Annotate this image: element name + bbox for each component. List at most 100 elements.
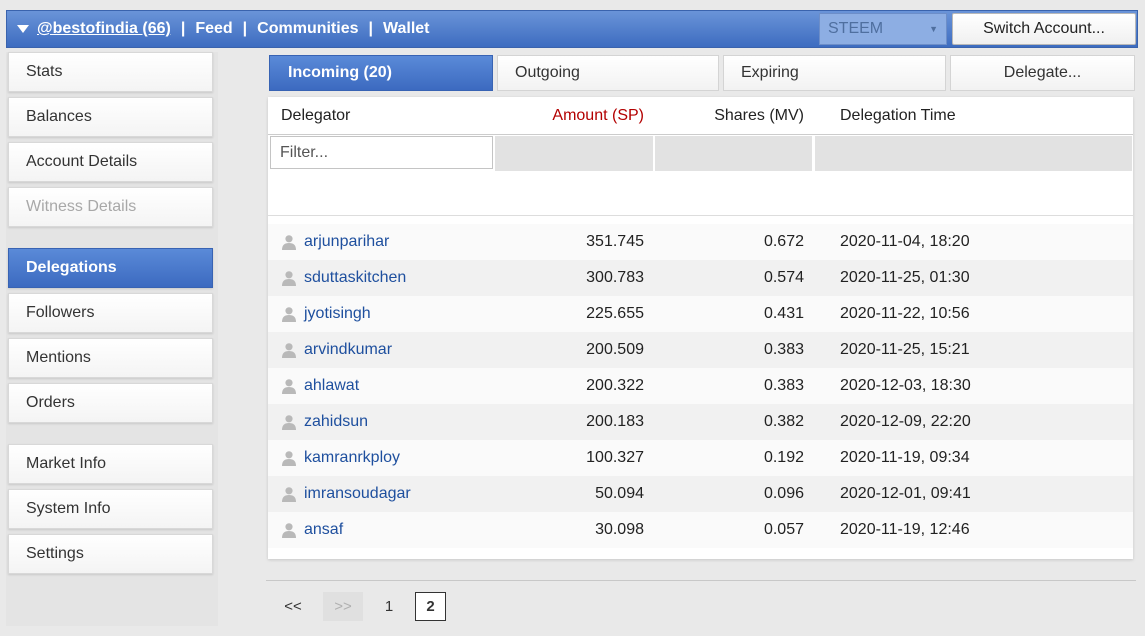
user-icon [282,379,296,394]
feed-link[interactable]: Feed [195,20,232,38]
communities-link[interactable]: Communities [257,20,358,38]
user-icon [282,271,296,286]
sidebar-item-market-info[interactable]: Market Info [8,444,213,484]
shares-cell: 0.672 [763,233,804,250]
page-1-button[interactable]: 1 [378,592,400,621]
account-link[interactable]: @bestofindia (66) [37,20,171,38]
shares-cell: 0.574 [763,269,804,286]
tab-expiring[interactable]: Expiring [723,55,946,91]
chain-select-value: STEEM [828,20,884,37]
filter-input[interactable] [270,136,493,169]
delegation-time-cell: 2020-11-25, 01:30 [840,269,970,286]
sidebar: Stats Balances Account Details Witness D… [6,52,218,626]
chevron-down-icon: ▼ [929,24,938,34]
sidebar-item-balances[interactable]: Balances [8,97,213,137]
switch-account-button[interactable]: Switch Account... [952,13,1136,45]
amount-cell: 30.098 [595,521,644,538]
shares-cell: 0.192 [763,449,804,466]
delegator-link[interactable]: sduttaskitchen [304,260,406,296]
page-2-button[interactable]: 2 [415,592,446,621]
filter-cell [815,136,1132,171]
shares-cell: 0.431 [763,305,804,322]
sidebar-item-witness-details: Witness Details [8,187,213,227]
user-icon [282,307,296,322]
nav-separator: | [180,20,186,37]
delegator-link[interactable]: ansaf [304,512,343,548]
delegator-link[interactable]: ahlawat [304,368,359,404]
delegator-link[interactable]: jyotisingh [304,296,371,332]
tab-outgoing[interactable]: Outgoing [497,55,719,91]
user-icon [282,415,296,430]
nav-separator: | [368,20,373,37]
sidebar-item-account-details[interactable]: Account Details [8,142,213,182]
table-row: ansaf 30.098 0.057 2020-11-19, 12:46 [268,512,1133,548]
delegation-time-cell: 2020-11-25, 15:21 [840,341,970,358]
amount-cell: 200.509 [586,341,644,358]
sidebar-item-orders[interactable]: Orders [8,383,213,423]
wallet-link[interactable]: Wallet [383,20,430,38]
delegation-time-cell: 2020-11-22, 10:56 [840,305,970,322]
tab-incoming[interactable]: Incoming (20) [269,55,493,91]
delegator-link[interactable]: arjunparihar [304,224,389,260]
amount-cell: 50.094 [595,485,644,502]
tab-delegate[interactable]: Delegate... [950,55,1135,91]
delegation-time-cell: 2020-12-03, 18:30 [840,377,971,394]
column-header-amount[interactable]: Amount (SP) [494,97,644,135]
table-row: zahidsun 200.183 0.382 2020-12-09, 22:20 [268,404,1133,440]
amount-cell: 100.327 [586,449,644,466]
sidebar-item-mentions[interactable]: Mentions [8,338,213,378]
amount-cell: 200.183 [586,413,644,430]
table-row: arjunparihar 351.745 0.672 2020-11-04, 18:2… [268,224,1133,260]
column-header-time[interactable]: Delegation Time [840,97,956,135]
shares-cell: 0.382 [763,413,804,430]
table-row: imransoudagar 50.094 0.096 2020-12-01, 09:4… [268,476,1133,512]
table-row: kamranrkploy 100.327 0.192 2020-11-19, 09:3… [268,440,1133,476]
table-row: ahlawat 200.322 0.383 2020-12-03, 18:30 [268,368,1133,404]
amount-cell: 351.745 [586,233,644,250]
filter-divider [268,215,1133,216]
sidebar-item-stats[interactable]: Stats [8,52,213,92]
chain-select[interactable]: STEEM ▼ [819,13,947,45]
delegation-time-cell: 2020-12-09, 22:20 [840,413,971,430]
user-icon [282,235,296,250]
pagination-divider [266,580,1136,581]
delegation-time-cell: 2020-11-19, 09:34 [840,449,970,466]
sidebar-item-delegations[interactable]: Delegations [8,248,213,288]
shares-cell: 0.383 [763,377,804,394]
main-panel: Incoming (20) Outgoing Expiring Delegate… [266,52,1136,632]
amount-cell: 225.655 [586,305,644,322]
column-header-shares[interactable]: Shares (MV) [654,97,804,135]
sidebar-item-system-info[interactable]: System Info [8,489,213,529]
sidebar-item-settings[interactable]: Settings [8,534,213,574]
column-header-delegator[interactable]: Delegator [281,97,350,135]
filter-cell [655,136,812,171]
top-bar: @bestofindia (66) | Feed | Communities |… [6,10,1138,48]
user-icon [282,487,296,502]
caret-down-icon[interactable] [17,25,29,33]
header-divider [268,134,1133,135]
user-icon [282,523,296,538]
amount-cell: 200.322 [586,377,644,394]
next-page-button: >> [323,592,363,621]
shares-cell: 0.383 [763,341,804,358]
user-icon [282,343,296,358]
top-nav: @bestofindia (66) | Feed | Communities |… [7,20,430,38]
delegator-link[interactable]: arvindkumar [304,332,392,368]
delegations-table: Delegator Amount (SP) Shares (MV) Delega… [268,97,1133,559]
first-page-button[interactable]: << [277,592,309,621]
delegator-link[interactable]: kamranrkploy [304,440,400,476]
table-row: sduttaskitchen 300.783 0.574 2020-11-25, 01… [268,260,1133,296]
nav-separator: | [242,20,248,37]
sidebar-item-followers[interactable]: Followers [8,293,213,333]
shares-cell: 0.057 [763,521,804,538]
table-row: jyotisingh 225.655 0.431 2020-11-22, 10:56 [268,296,1133,332]
amount-cell: 300.783 [586,269,644,286]
user-icon [282,451,296,466]
delegator-link[interactable]: imransoudagar [304,476,411,512]
delegation-time-cell: 2020-11-19, 12:46 [840,521,970,538]
delegation-time-cell: 2020-12-01, 09:41 [840,485,971,502]
delegation-time-cell: 2020-11-04, 18:20 [840,233,970,250]
delegator-link[interactable]: zahidsun [304,404,368,440]
filter-cell [495,136,653,171]
shares-cell: 0.096 [763,485,804,502]
